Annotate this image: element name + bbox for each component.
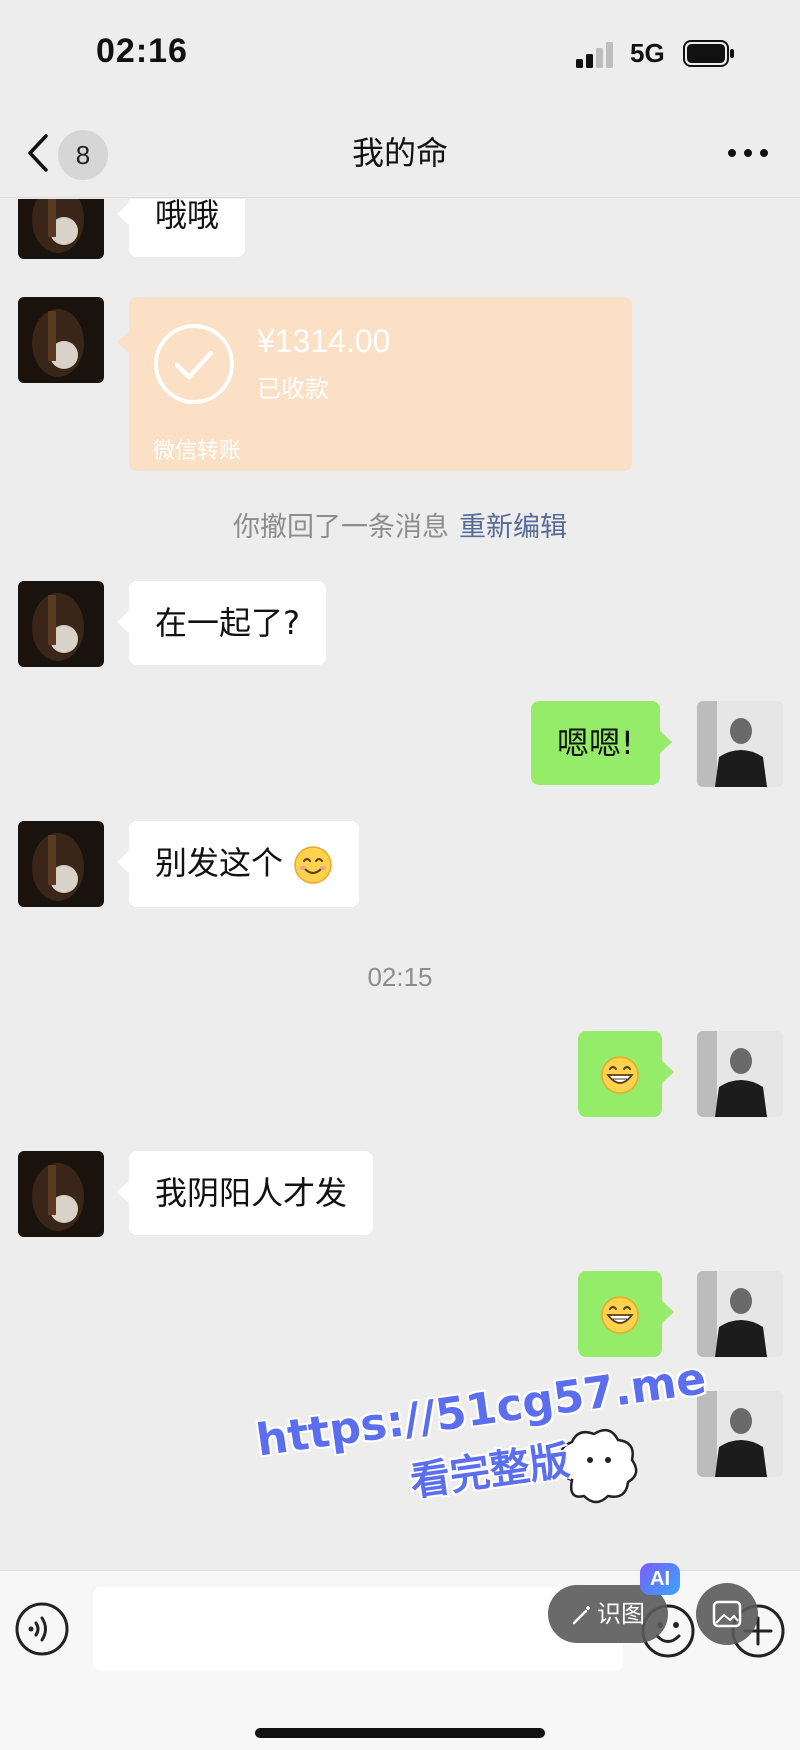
message-text: 别发这个 xyxy=(155,844,284,882)
contact-avatar[interactable] xyxy=(18,821,104,907)
unread-count-badge[interactable]: 8 xyxy=(58,130,108,180)
message-bubble-received[interactable]: 我阴阳人才发 xyxy=(116,1151,374,1235)
message-bubble-received[interactable]: 哦哦 xyxy=(116,199,246,257)
my-avatar[interactable] xyxy=(697,1031,783,1117)
message-text: 嗯嗯! xyxy=(557,724,634,762)
transfer-status: 已收款 xyxy=(257,375,329,403)
status-time: 02:16 xyxy=(96,32,188,70)
grin-emoji-icon xyxy=(601,1296,639,1334)
check-circle-icon xyxy=(154,324,234,404)
smile-emoji-icon xyxy=(294,846,332,884)
transfer-label: 微信转账 xyxy=(153,439,242,464)
magic-wand-icon xyxy=(572,1606,590,1625)
message-bubble-received[interactable]: 别发这个 xyxy=(116,821,360,907)
transfer-amount: ¥1314.00 xyxy=(257,323,391,359)
chat-header: 8 我的命 xyxy=(0,110,800,198)
message-bubble-received[interactable]: 在一起了? xyxy=(117,581,326,665)
recognize-label: 识图 xyxy=(597,1600,645,1628)
contact-avatar[interactable] xyxy=(18,199,104,259)
grin-emoji-icon xyxy=(601,1056,639,1094)
message-input[interactable] xyxy=(93,1587,623,1671)
more-icon[interactable] xyxy=(726,138,770,168)
voice-icon[interactable] xyxy=(14,1601,70,1657)
contact-avatar[interactable] xyxy=(18,581,104,667)
message-text: 在一起了? xyxy=(155,604,300,642)
signal-icon xyxy=(576,42,613,68)
message-text: 哦哦 xyxy=(155,199,220,234)
my-avatar[interactable] xyxy=(697,1271,783,1357)
input-bar: 识图 AI xyxy=(0,1563,800,1750)
message-bubble-sent[interactable] xyxy=(578,1031,674,1117)
recall-notice-text: 你撤回了一条消息 xyxy=(233,512,449,543)
message-timestamp: 02:15 xyxy=(367,962,433,992)
photo-button[interactable] xyxy=(696,1583,758,1645)
re-edit-link[interactable]: 重新编辑 xyxy=(459,512,567,543)
network-label: 5G xyxy=(630,38,665,68)
home-indicator xyxy=(255,1728,545,1738)
back-icon[interactable] xyxy=(24,130,54,176)
contact-avatar[interactable] xyxy=(18,1151,104,1237)
contact-avatar[interactable] xyxy=(18,297,104,383)
battery-icon xyxy=(683,40,734,67)
photo-icon xyxy=(712,1600,742,1628)
transfer-card[interactable]: ¥1314.00 已收款 微信转账 xyxy=(117,297,632,471)
recall-notice: 你撤回了一条消息 重新编辑 xyxy=(0,505,800,544)
my-avatar[interactable] xyxy=(697,701,783,787)
message-bubble-sent[interactable] xyxy=(578,1271,674,1357)
message-bubble-sent[interactable]: 嗯嗯! xyxy=(531,701,672,785)
message-text: 我阴阳人才发 xyxy=(155,1174,348,1212)
status-bar: 02:16 5G xyxy=(0,0,800,110)
chat-title: 我的命 xyxy=(351,134,448,172)
ai-badge: AI xyxy=(640,1563,680,1595)
